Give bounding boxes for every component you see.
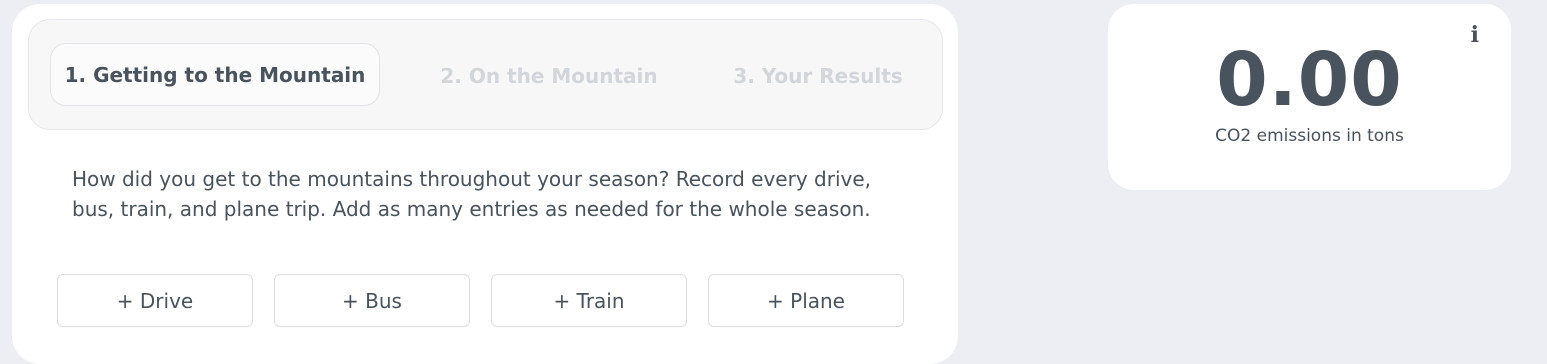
calculator-card: 1. Getting to the Mountain 2. On the Mou… (12, 4, 958, 364)
add-drive-button[interactable]: + Drive (57, 274, 253, 327)
emissions-unit-label: CO2 emissions in tons (1215, 126, 1404, 146)
tab-on-the-mountain[interactable]: 2. On the Mountain (429, 20, 669, 131)
tab-label: 2. On the Mountain (440, 63, 658, 88)
tab-label: 3. Your Results (733, 63, 903, 88)
tab-your-results[interactable]: 3. Your Results (723, 20, 913, 131)
add-train-button[interactable]: + Train (491, 274, 687, 327)
emissions-value: 0.00 (1216, 37, 1403, 123)
intro-text: How did you get to the mountains through… (72, 167, 871, 221)
tab-label: 1. Getting to the Mountain (64, 62, 366, 87)
emissions-result-card: i 0.00 CO2 emissions in tons (1108, 4, 1511, 190)
add-plane-button[interactable]: + Plane (708, 274, 904, 327)
add-bus-button[interactable]: + Bus (274, 274, 470, 327)
tab-getting-to-the-mountain[interactable]: 1. Getting to the Mountain (50, 43, 380, 106)
step-tabs: 1. Getting to the Mountain 2. On the Mou… (28, 19, 943, 130)
